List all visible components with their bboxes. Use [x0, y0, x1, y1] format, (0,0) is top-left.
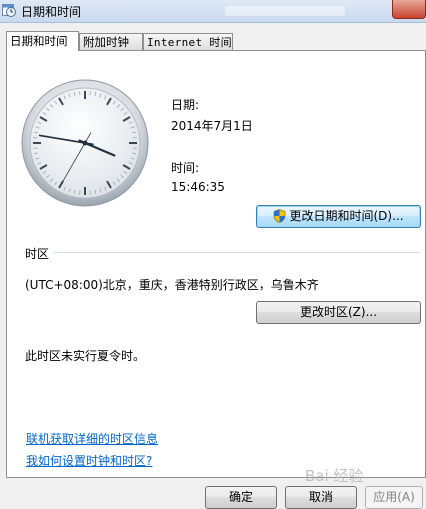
- time-value: 15:46:35: [171, 180, 225, 194]
- timezone-section-title: 时区: [25, 247, 50, 261]
- ok-button[interactable]: 确定: [205, 486, 277, 509]
- dst-note: 此时区未实行夏令时。: [25, 349, 146, 363]
- clock-calendar-icon: [2, 4, 16, 17]
- tab-internet-time[interactable]: Internet 时间: [143, 33, 233, 50]
- analog-clock: [21, 79, 149, 207]
- title-bar: 日期和时间: [0, 0, 426, 23]
- watermark: Bai 经验: [305, 467, 364, 485]
- clock-center: [82, 140, 88, 146]
- date-value: 2014年7月1日: [171, 119, 253, 133]
- timezone-separator: [54, 252, 421, 253]
- uac-shield-icon: [274, 209, 286, 223]
- online-timezone-info-link[interactable]: 联机获取详细的时区信息: [26, 430, 158, 447]
- change-date-time-label: 更改日期和时间(D)...: [289, 209, 404, 223]
- window-title: 日期和时间: [21, 5, 82, 19]
- apply-button[interactable]: 应用(A): [365, 486, 423, 509]
- change-timezone-button[interactable]: 更改时区(Z)...: [256, 301, 421, 324]
- time-label: 时间:: [171, 161, 200, 175]
- date-label: 日期:: [171, 98, 200, 112]
- tab-additional-clocks[interactable]: 附加时钟: [79, 33, 143, 50]
- cancel-button[interactable]: 取消: [285, 486, 357, 509]
- change-date-time-button[interactable]: 更改日期和时间(D)...: [256, 205, 421, 228]
- close-button[interactable]: [392, 0, 426, 19]
- tab-date-time[interactable]: 日期和时间: [6, 31, 79, 51]
- timezone-value: (UTC+08:00)北京，重庆，香港特别行政区，乌鲁木齐: [25, 278, 319, 292]
- how-to-set-clock-link[interactable]: 我如何设置时钟和时区?: [26, 452, 152, 469]
